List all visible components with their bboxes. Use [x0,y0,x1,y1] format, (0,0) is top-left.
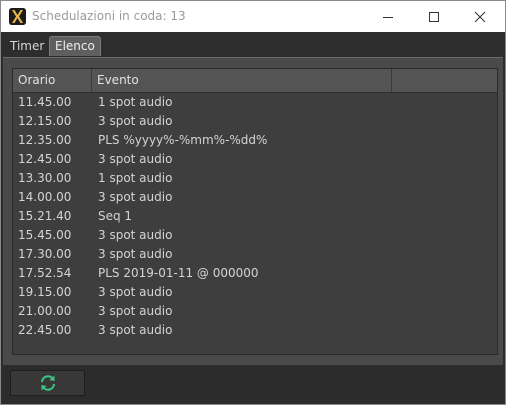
list-row[interactable]: 22.45.00 3 spot audio [13,321,497,340]
column-header-orario[interactable]: Orario [13,69,92,92]
row-time: 22.45.00 [18,323,72,337]
row-event: 3 spot audio [98,152,173,166]
app-logo-icon [9,8,26,25]
list-row[interactable]: 17.30.00 3 spot audio [13,245,497,264]
refresh-icon [40,375,55,391]
tab-timer[interactable]: Timer [6,36,48,56]
row-time: 15.21.40 [18,209,72,223]
list-rows: 11.45.00 1 spot audio 12.15.00 3 spot audi… [13,93,497,340]
list-row[interactable]: 14.00.00 3 spot audio [13,188,497,207]
row-event: 3 spot audio [98,228,173,242]
list-row[interactable]: 15.21.40 Seq 1 [13,207,497,226]
maximize-icon [429,11,439,22]
maximize-button[interactable] [411,1,457,32]
list-header: Orario Evento [13,69,497,93]
close-button[interactable] [457,1,503,32]
list-row[interactable]: 13.30.00 1 spot audio [13,169,497,188]
row-event: PLS 2019-01-11 @ 000000 [98,266,259,280]
list-row[interactable]: 15.45.00 3 spot audio [13,226,497,245]
close-icon [474,11,486,22]
tab-elenco[interactable]: Elenco [49,36,101,56]
list-row[interactable]: 12.45.00 3 spot audio [13,150,497,169]
row-time: 19.15.00 [18,285,72,299]
app-window: Schedulazioni in coda: 13 Timer Elenco O… [0,0,506,405]
column-header-evento[interactable]: Evento [92,69,392,92]
row-time: 21.00.00 [18,304,72,318]
list-row[interactable]: 19.15.00 3 spot audio [13,283,497,302]
row-time: 15.45.00 [18,228,72,242]
tab-bar: Timer Elenco [1,32,505,58]
row-event: PLS %yyyy%-%mm%-%dd% [98,133,268,147]
row-event: 3 spot audio [98,285,173,299]
row-event: 3 spot audio [98,190,173,204]
row-time: 14.00.00 [18,190,72,204]
row-event: 1 spot audio [98,95,173,109]
minimize-icon [383,16,393,18]
list-row[interactable]: 21.00.00 3 spot audio [13,302,497,321]
row-time: 13.30.00 [18,171,72,185]
row-time: 17.52.54 [18,266,72,280]
column-header-empty[interactable] [392,69,497,92]
tab-panel-elenco: Orario Evento 11.45.00 1 spot audio 12.15… [3,57,503,365]
list-row[interactable]: 12.15.00 3 spot audio [13,112,497,131]
row-time: 12.35.00 [18,133,72,147]
row-time: 12.15.00 [18,114,72,128]
list-row[interactable]: 11.45.00 1 spot audio [13,93,497,112]
row-event: 1 spot audio [98,171,173,185]
row-event: 3 spot audio [98,304,173,318]
schedule-list[interactable]: Orario Evento 11.45.00 1 spot audio 12.15… [12,68,498,355]
row-time: 12.45.00 [18,152,72,166]
row-time: 17.30.00 [18,247,72,261]
row-event: Seq 1 [98,209,133,223]
refresh-button[interactable] [10,370,85,396]
row-event: 3 spot audio [98,323,173,337]
row-event: 3 spot audio [98,247,173,261]
minimize-button[interactable] [365,1,411,32]
row-time: 11.45.00 [18,95,72,109]
window-title: Schedulazioni in coda: 13 [32,9,186,23]
row-event: 3 spot audio [98,114,173,128]
list-row[interactable]: 17.52.54 PLS 2019-01-11 @ 000000 [13,264,497,283]
list-row[interactable]: 12.35.00 PLS %yyyy%-%mm%-%dd% [13,131,497,150]
title-bar[interactable]: Schedulazioni in coda: 13 [1,1,505,32]
